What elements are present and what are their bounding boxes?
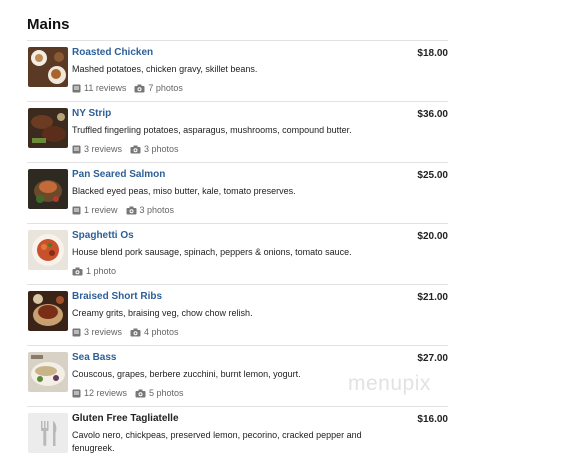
menu-item: NY Strip Truffled fingerling potatoes, a… <box>27 101 448 162</box>
reviews-link[interactable]: 1 review <box>72 204 118 216</box>
photos-link[interactable]: 5 photos <box>135 387 184 399</box>
camera-icon <box>135 389 146 397</box>
dish-price: $16.00 <box>417 414 448 425</box>
reviews-count: 12 reviews <box>84 388 128 398</box>
dish-description: Couscous, grapes, berbere zucchini, burn… <box>72 369 301 379</box>
photos-link[interactable]: 7 photos <box>134 82 183 94</box>
camera-icon <box>126 206 137 214</box>
dish-name-link[interactable]: Pan Seared Salmon <box>72 168 390 181</box>
photos-link[interactable]: 3 photos <box>130 143 179 155</box>
reviews-link[interactable]: 12 reviews <box>72 387 127 399</box>
review-icon <box>72 145 81 153</box>
dish-description: Creamy grits, braising veg, chow chow re… <box>72 308 253 318</box>
dish-thumbnail[interactable] <box>28 47 68 87</box>
photos-count: 3 photos <box>139 205 175 215</box>
photos-count: 5 photos <box>149 388 184 398</box>
dish-meta: 3 reviews 3 photos <box>72 143 390 155</box>
dish-name-link[interactable]: Braised Short Ribs <box>72 290 390 303</box>
menu-item: Spaghetti Os House blend pork sausage, s… <box>27 223 448 284</box>
reviews-link[interactable]: 11 reviews <box>72 82 126 94</box>
photos-link[interactable]: 3 photos <box>126 204 175 216</box>
review-icon <box>72 206 81 214</box>
dish-price: $21.00 <box>417 292 448 303</box>
photos-link[interactable]: 4 photos <box>130 326 179 338</box>
dish-meta: 1 review 3 photos <box>72 204 390 216</box>
camera-icon <box>130 328 141 336</box>
dish-placeholder-thumbnail <box>28 413 68 453</box>
dish-description: Cavolo nero, chickpeas, preserved lemon,… <box>72 430 362 453</box>
camera-icon <box>72 267 83 275</box>
section-title: Mains <box>27 16 70 33</box>
dish-price: $20.00 <box>417 231 448 242</box>
dish-description: House blend pork sausage, spinach, peppe… <box>72 247 352 257</box>
review-icon <box>72 84 81 92</box>
photos-count: 1 photo <box>86 266 117 276</box>
menu-item: Braised Short Ribs Creamy grits, braisin… <box>27 284 448 345</box>
dish-thumbnail[interactable] <box>28 108 68 148</box>
dish-price: $27.00 <box>417 353 448 364</box>
photos-link[interactable]: 1 photo <box>72 265 116 277</box>
review-icon <box>72 389 81 397</box>
dish-name-link[interactable]: Spaghetti Os <box>72 229 390 242</box>
camera-icon <box>130 145 141 153</box>
dish-name-link[interactable]: Sea Bass <box>72 351 390 364</box>
dish-price: $25.00 <box>417 170 448 181</box>
dish-name-link[interactable]: NY Strip <box>72 107 390 120</box>
photos-count: 4 photos <box>144 327 179 337</box>
dish-thumbnail[interactable] <box>28 352 68 392</box>
reviews-link[interactable]: 3 reviews <box>72 143 122 155</box>
menupix-watermark: menupix <box>348 372 431 395</box>
dish-meta: 1 photo <box>72 265 390 277</box>
camera-icon <box>134 84 145 92</box>
dish-meta: 3 reviews 4 photos <box>72 326 390 338</box>
menu-item: Pan Seared Salmon Blacked eyed peas, mis… <box>27 162 448 223</box>
reviews-count: 1 review <box>84 205 118 215</box>
dish-description: Mashed potatoes, chicken gravy, skillet … <box>72 64 258 74</box>
dish-name-link[interactable]: Roasted Chicken <box>72 46 390 59</box>
dish-price: $36.00 <box>417 109 448 120</box>
photos-count: 7 photos <box>148 83 183 93</box>
reviews-count: 3 reviews <box>84 327 123 337</box>
review-icon <box>72 328 81 336</box>
dish-name: Gluten Free Tagliatelle <box>72 413 179 424</box>
menu-list: Roasted Chicken Mashed potatoes, chicken… <box>27 40 448 462</box>
dish-thumbnail[interactable] <box>28 169 68 209</box>
dish-thumbnail[interactable] <box>28 291 68 331</box>
menu-item: Gluten Free Tagliatelle Cavolo nero, chi… <box>27 406 448 462</box>
reviews-link[interactable]: 3 reviews <box>72 326 122 338</box>
photos-count: 3 photos <box>144 144 179 154</box>
dish-description: Truffled fingerling potatoes, asparagus,… <box>72 125 352 135</box>
dish-meta: 12 reviews 5 photos <box>72 387 390 399</box>
dish-price: $18.00 <box>417 48 448 59</box>
dish-thumbnail[interactable] <box>28 230 68 270</box>
reviews-count: 11 reviews <box>84 83 127 93</box>
dish-description: Blacked eyed peas, miso butter, kale, to… <box>72 186 296 196</box>
menu-item: Roasted Chicken Mashed potatoes, chicken… <box>27 40 448 101</box>
reviews-count: 3 reviews <box>84 144 123 154</box>
dish-meta: 11 reviews 7 photos <box>72 82 390 94</box>
fork-knife-icon <box>28 413 68 453</box>
